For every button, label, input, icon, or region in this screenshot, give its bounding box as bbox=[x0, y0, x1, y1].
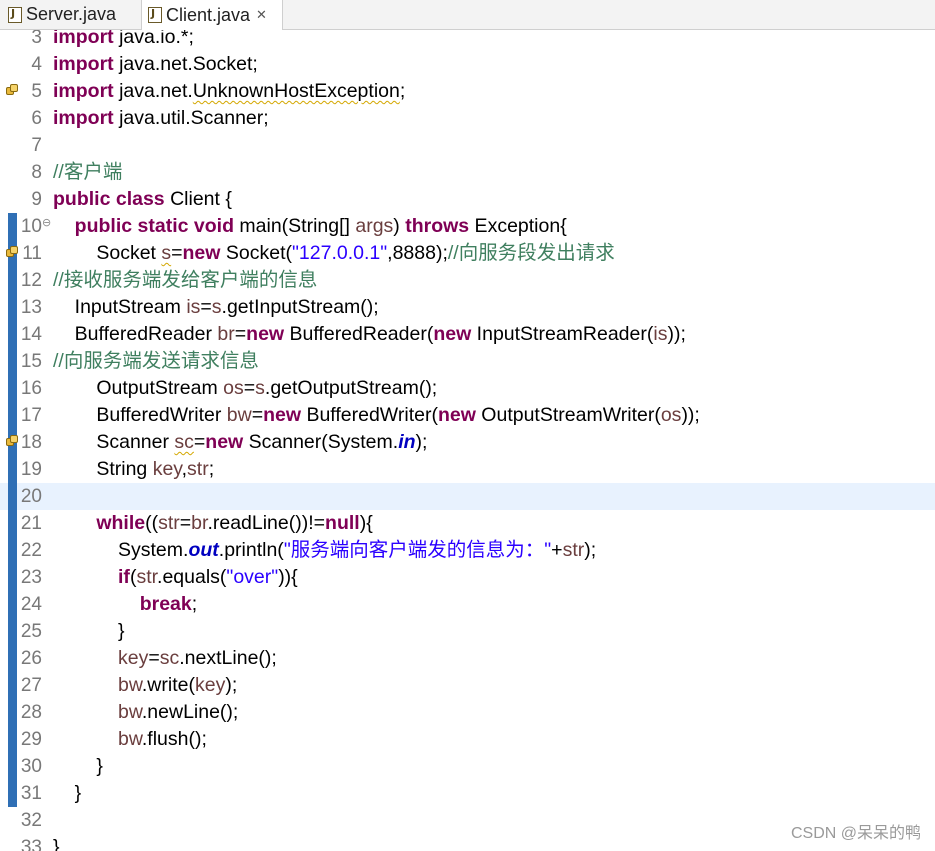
code-line[interactable]: 17 BufferedWriter bw=new BufferedWriter(… bbox=[0, 402, 935, 429]
line-number: 4 bbox=[31, 54, 42, 75]
line-number: 30 bbox=[20, 756, 42, 777]
line-number: 13 bbox=[20, 297, 42, 318]
code-text: key=sc.nextLine(); bbox=[118, 647, 277, 669]
code-line[interactable]: 22 System.out.println("服务端向客户端发的信息为："+st… bbox=[0, 537, 935, 564]
code-line[interactable]: 19 String key,str; bbox=[0, 456, 935, 483]
tab-label: Client.java bbox=[166, 4, 251, 25]
line-number: 14 bbox=[20, 324, 42, 345]
code-text: import java.io.*; bbox=[53, 30, 194, 48]
code-line[interactable]: 5 import java.net.UnknownHostException; bbox=[0, 78, 935, 105]
code-text: //客户端 bbox=[53, 161, 123, 183]
code-line[interactable]: 21 while((str=br.readLine())!=null){ bbox=[0, 510, 935, 537]
line-number: 21 bbox=[20, 513, 42, 534]
code-text: import java.util.Scanner; bbox=[53, 107, 269, 129]
code-text: Socket s=new Socket("127.0.0.1",8888);//… bbox=[53, 242, 615, 264]
java-file-icon bbox=[148, 7, 162, 23]
code-line[interactable]: 24 break; bbox=[0, 591, 935, 618]
line-number: 12 bbox=[20, 270, 42, 291]
close-icon[interactable]: ✕ bbox=[256, 7, 267, 23]
code-line[interactable]: 9 public class Client { bbox=[0, 186, 935, 213]
code-text: } bbox=[53, 836, 60, 851]
code-line[interactable]: 27 bw.write(key); bbox=[0, 672, 935, 699]
line-number: 27 bbox=[20, 675, 42, 696]
code-line[interactable]: 8 //客户端 bbox=[0, 159, 935, 186]
code-text: import java.net.UnknownHostException; bbox=[53, 80, 406, 102]
code-line[interactable]: 10 ⊖ public static void main(String[] arg… bbox=[0, 213, 935, 240]
code-line[interactable]: 30 } bbox=[0, 753, 935, 780]
code-line[interactable]: 16 OutputStream os=s.getOutputStream(); bbox=[0, 375, 935, 402]
code-text: System.out.println("服务端向客户端发的信息为："+str); bbox=[53, 539, 597, 561]
code-line[interactable]: 6 import java.util.Scanner; bbox=[0, 105, 935, 132]
line-number: 32 bbox=[20, 810, 42, 831]
line-number: 8 bbox=[31, 162, 42, 183]
code-line[interactable]: 3 import java.io.*; bbox=[0, 30, 935, 51]
code-text: OutputStream os=s.getOutputStream(); bbox=[53, 377, 438, 399]
code-text: String key,str; bbox=[53, 458, 215, 480]
code-editor[interactable]: 3 import java.io.*; 4 import java.net.Socke… bbox=[0, 30, 935, 851]
line-number: 29 bbox=[20, 729, 42, 750]
code-text: public static void main(String[] args) t… bbox=[74, 215, 567, 237]
code-text: } bbox=[53, 755, 103, 777]
line-number: 22 bbox=[20, 540, 42, 561]
line-number: 26 bbox=[20, 648, 42, 669]
code-text: BufferedReader br=new BufferedReader(new… bbox=[53, 323, 686, 345]
line-number: 23 bbox=[20, 567, 42, 588]
editor-tab-bar: Server.java Client.java ✕ bbox=[0, 0, 935, 30]
watermark: CSDN @呆呆的鸭 bbox=[790, 825, 921, 842]
java-file-icon bbox=[8, 6, 22, 23]
line-number: 20 bbox=[20, 486, 42, 507]
code-text: if(str.equals("over")){ bbox=[118, 566, 298, 588]
code-text: public class Client { bbox=[53, 188, 232, 210]
code-line[interactable]: 31 } bbox=[0, 780, 935, 807]
code-text: } bbox=[53, 620, 125, 642]
code-text: Scanner sc=new Scanner(System.in); bbox=[53, 431, 428, 453]
fold-toggle-icon[interactable]: ⊖ bbox=[42, 216, 51, 229]
code-text: //向服务端发送请求信息 bbox=[53, 350, 259, 372]
line-number: 15 bbox=[20, 351, 42, 372]
code-line[interactable]: 12 //接收服务端发给客户端的信息 bbox=[0, 267, 935, 294]
line-number: 6 bbox=[31, 108, 42, 129]
line-number: 5 bbox=[31, 81, 42, 102]
line-number: 33 bbox=[20, 837, 42, 851]
line-number: 31 bbox=[20, 783, 42, 804]
code-text: InputStream is=s.getInputStream(); bbox=[53, 296, 379, 318]
code-text: } bbox=[53, 782, 82, 804]
code-text: //接收服务端发给客户端的信息 bbox=[53, 269, 318, 291]
line-number: 25 bbox=[20, 621, 42, 642]
line-number: 18 bbox=[20, 432, 42, 453]
code-line[interactable]: 20 bbox=[0, 483, 935, 510]
code-line[interactable]: 26 key=sc.nextLine(); bbox=[0, 645, 935, 672]
code-text: bw.flush(); bbox=[118, 728, 207, 750]
code-line[interactable]: 7 bbox=[0, 132, 935, 159]
code-text: while((str=br.readLine())!=null){ bbox=[96, 512, 373, 534]
tab-client-java[interactable]: Client.java ✕ bbox=[141, 0, 283, 30]
tab-server-java[interactable]: Server.java bbox=[0, 0, 140, 29]
code-line[interactable]: 28 bw.newLine(); bbox=[0, 699, 935, 726]
line-number: 24 bbox=[20, 594, 42, 615]
code-text: break; bbox=[139, 593, 198, 615]
code-text: import java.net.Socket; bbox=[53, 53, 258, 75]
code-line[interactable]: 25 } bbox=[0, 618, 935, 645]
code-line[interactable]: 11 Socket s=new Socket("127.0.0.1",8888)… bbox=[0, 240, 935, 267]
code-line[interactable]: 14 BufferedReader br=new BufferedReader(… bbox=[0, 321, 935, 348]
line-number: 11 bbox=[22, 243, 42, 264]
line-number: 10 bbox=[20, 216, 42, 237]
code-text: BufferedWriter bw=new BufferedWriter(new… bbox=[53, 404, 700, 426]
line-number: 19 bbox=[20, 459, 42, 480]
code-line[interactable]: 23 if(str.equals("over")){ bbox=[0, 564, 935, 591]
code-line[interactable]: 15 //向服务端发送请求信息 bbox=[0, 348, 935, 375]
line-number: 16 bbox=[20, 378, 42, 399]
line-number: 7 bbox=[31, 135, 42, 156]
code-line[interactable]: 13 InputStream is=s.getInputStream(); bbox=[0, 294, 935, 321]
line-number: 3 bbox=[31, 30, 42, 48]
tab-label: Server.java bbox=[26, 4, 117, 24]
line-number: 9 bbox=[31, 189, 42, 210]
code-text: bw.newLine(); bbox=[118, 701, 239, 723]
code-text: bw.write(key); bbox=[118, 674, 238, 696]
code-line[interactable]: 29 bw.flush(); bbox=[0, 726, 935, 753]
code-line[interactable]: 18 Scanner sc=new Scanner(System.in); bbox=[0, 429, 935, 456]
line-number: 17 bbox=[20, 405, 42, 426]
line-number: 28 bbox=[20, 702, 42, 723]
code-line[interactable]: 4 import java.net.Socket; bbox=[0, 51, 935, 78]
